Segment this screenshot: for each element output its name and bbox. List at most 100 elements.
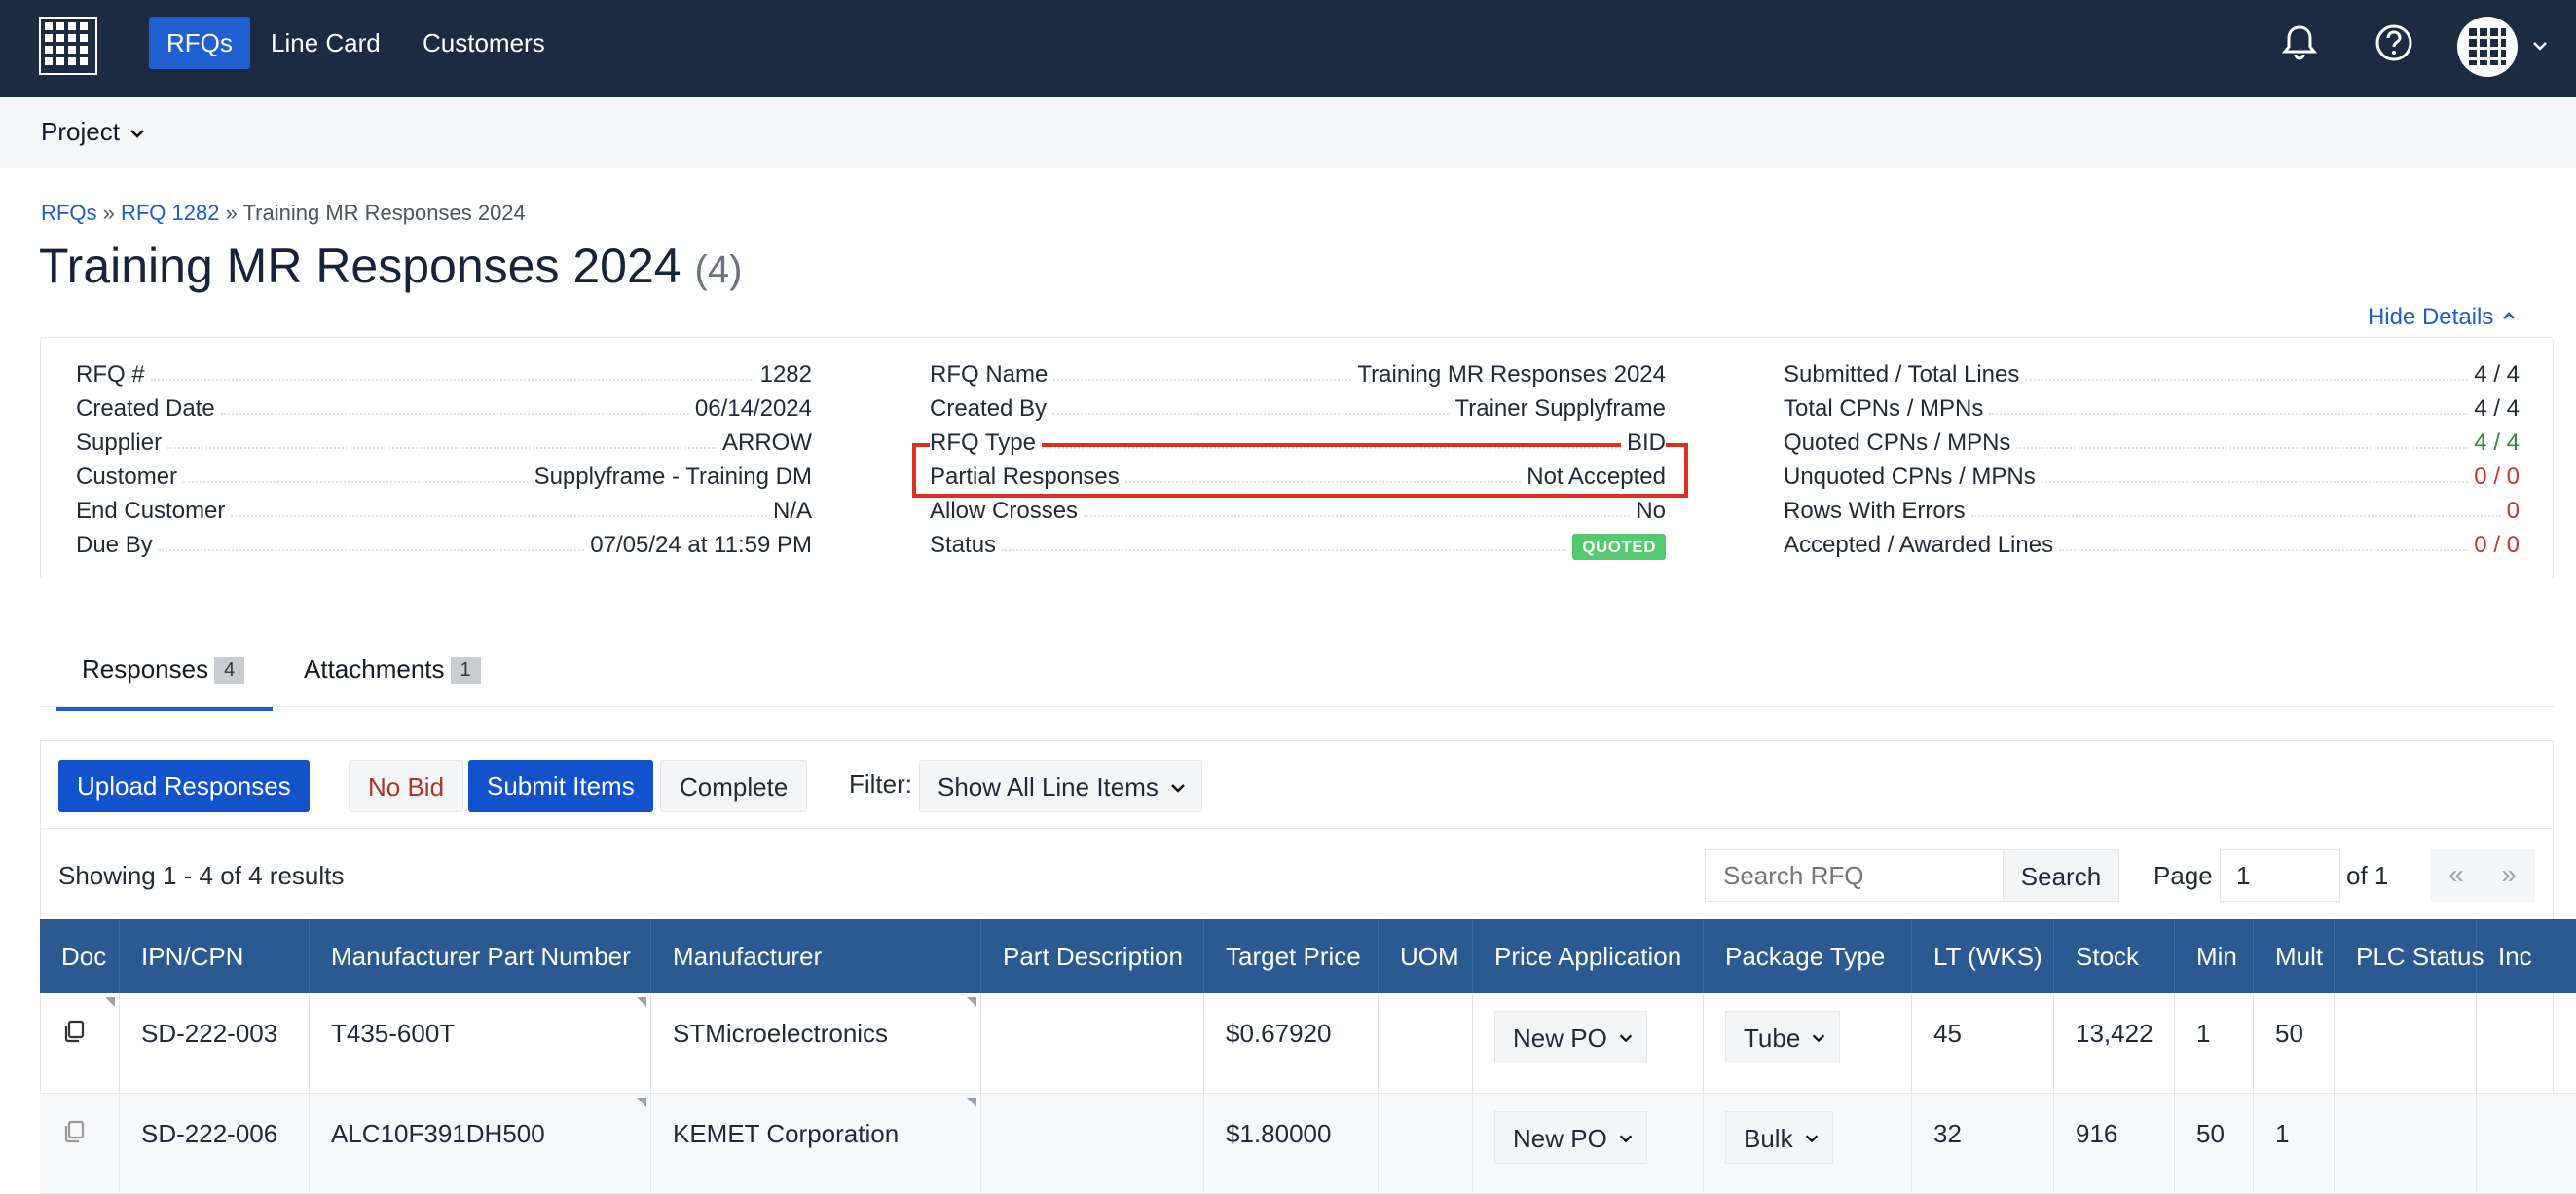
col-doc[interactable]: Doc [40,919,120,993]
nav-line-card[interactable]: Line Card [253,17,398,69]
detail-status: Status QUOTED [930,528,1666,562]
breadcrumb-separator: » [102,201,115,225]
toolbar-divider [40,828,2554,829]
target-price-cell: $1.80000 [1204,1094,1379,1194]
price-application-value: New PO [1513,1024,1607,1053]
detail-rfq-number: RFQ #1282 [76,360,812,389]
project-bar: Project [0,97,2576,168]
page-title-text: Training MR Responses 2024 [39,239,681,293]
detail-customer: Customer Supplyframe - Training DM [76,463,812,491]
col-plc-status[interactable]: PLC Status [2335,919,2484,993]
detail-supplier: Supplier ARROW [76,429,812,457]
page-input[interactable]: 1 [2220,849,2340,902]
first-page-button[interactable]: « [2430,849,2483,902]
search-input[interactable] [1705,849,2003,902]
detail-total-cpns: Total CPNs / MPNs 4 / 4 [1784,394,2520,423]
chevron-down-icon [1171,784,1185,793]
manufacturer-value: KEMET Corporation [673,1119,900,1148]
no-bid-button[interactable]: No Bid [349,760,464,812]
page-of-label: of 1 [2346,861,2389,890]
tab-attachments-label: Attachments [304,654,445,684]
tab-responses-label: Responses [82,654,209,684]
avatar-grid-icon [2469,28,2506,65]
tab-divider [40,706,2554,707]
last-page-button[interactable]: » [2483,849,2535,902]
chevron-down-icon [1813,1034,1825,1043]
mult-cell: 1 [2254,1094,2335,1194]
breadcrumb-current: Training MR Responses 2024 [242,201,526,225]
col-mult[interactable]: Mult [2254,919,2335,993]
breadcrumb-separator: » [225,201,238,225]
manufacturer-cell[interactable]: KEMET Corporation [651,1094,981,1194]
inc-cell [2477,993,2576,1094]
col-mpn[interactable]: Manufacturer Part Number [310,919,651,993]
package-type-select[interactable]: Bulk [1725,1111,1833,1164]
nav-rfqs[interactable]: RFQs [149,17,250,69]
col-target-price[interactable]: Target Price [1204,919,1379,993]
breadcrumb-rfq[interactable]: RFQ 1282 [121,201,220,225]
description-cell [981,1094,1204,1194]
target-price-cell: $0.67920 [1204,993,1379,1094]
col-stock[interactable]: Stock [2054,919,2175,993]
col-package-type[interactable]: Package Type [1704,919,1912,993]
col-ipn-cpn[interactable]: IPN/CPN [120,919,310,993]
detail-rfq-name: RFQ Name Training MR Responses 2024 [930,360,1666,389]
hide-details-link[interactable]: Hide Details [2368,304,2518,331]
chevron-down-icon [1619,1034,1633,1043]
package-type-value: Tube [1744,1024,1801,1053]
upload-responses-button[interactable]: Upload Responses [58,760,310,812]
detail-accepted-lines: Accepted / Awarded Lines 0 / 0 [1784,531,2520,559]
copy-document-icon[interactable] [61,1019,87,1044]
details-column-1: RFQ #1282 Created Date 06/14/2024 Supplie… [76,357,812,562]
uom-cell [1379,993,1473,1094]
hide-details-label: Hide Details [2367,304,2494,330]
tab-attachments-count: 1 [450,657,481,684]
nav-customers[interactable]: Customers [405,17,563,69]
top-nav: RFQs Line Card Customers [0,0,2576,97]
copy-document-icon[interactable] [61,1119,87,1144]
project-dropdown[interactable]: Project [41,117,147,147]
filter-label: Filter: [849,769,912,799]
tab-responses[interactable]: Responses 4 [56,643,273,711]
col-lt-wks[interactable]: LT (WKS) [1912,919,2054,993]
table-header: Doc IPN/CPN Manufacturer Part Number Man… [40,919,2576,993]
table-row: SD-222-003 T435-600T STMicroelectronics … [40,993,2576,1094]
col-inc[interactable]: Inc [2477,919,2576,993]
col-manufacturer[interactable]: Manufacturer [651,919,981,993]
filter-select[interactable]: Show All Line Items [919,760,1202,812]
mpn-cell[interactable]: T435-600T [310,993,651,1094]
detail-end-customer: End Customer N/A [76,497,812,525]
stock-cell: 13,422 [2054,993,2175,1094]
price-application-select[interactable]: New PO [1494,1111,1647,1164]
manufacturer-cell[interactable]: STMicroelectronics [651,993,981,1094]
project-label: Project [41,117,120,146]
chevron-down-icon [1619,1135,1633,1143]
price-application-select[interactable]: New PO [1494,1011,1647,1063]
detail-due-by: Due By 07/05/24 at 11:59 PM [76,531,812,559]
price-application-cell: New PO [1473,993,1704,1094]
bell-icon[interactable] [2278,21,2321,64]
breadcrumb: RFQs » RFQ 1282 » Training MR Responses … [41,201,526,226]
help-icon[interactable] [2373,21,2415,64]
detail-created-date: Created Date 06/14/2024 [76,394,812,423]
chevron-down-icon[interactable] [2529,35,2551,56]
col-min[interactable]: Min [2175,919,2254,993]
avatar[interactable] [2457,17,2518,77]
detail-created-by: Created By Trainer Supplyframe [930,394,1666,423]
col-uom[interactable]: UOM [1379,919,1473,993]
results-count: Showing 1 - 4 of 4 results [58,861,345,890]
app-grid-logo-icon[interactable] [39,17,97,75]
breadcrumb-rfqs[interactable]: RFQs [41,201,96,225]
col-price-application[interactable]: Price Application [1473,919,1704,993]
table-row: SD-222-006 ALC10F391DH500 KEMET Corporat… [40,1094,2576,1194]
complete-button[interactable]: Complete [660,760,808,812]
col-part-description[interactable]: Part Description [981,919,1204,993]
lt-cell: 32 [1912,1094,2054,1194]
search-button[interactable]: Search [2003,849,2119,902]
tab-attachments[interactable]: Attachments 1 [304,643,481,711]
mpn-cell[interactable]: ALC10F391DH500 [310,1094,651,1194]
package-type-value: Bulk [1744,1124,1793,1153]
package-type-select[interactable]: Tube [1725,1011,1841,1063]
lt-cell: 45 [1912,993,2054,1094]
submit-items-button[interactable]: Submit Items [468,760,653,812]
